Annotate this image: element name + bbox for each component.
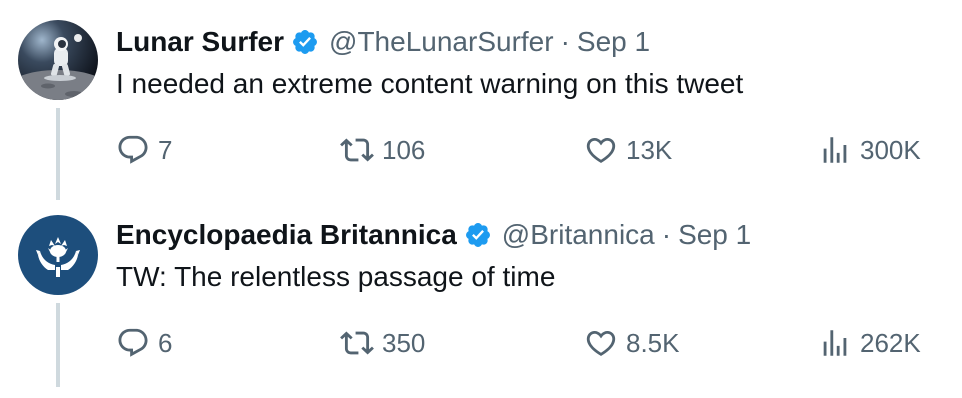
separator-dot: · <box>661 219 672 250</box>
tweet-header: Encyclopaedia Britannica @Britannica · S… <box>116 217 751 253</box>
retweet-icon <box>340 331 374 355</box>
avatar-lunar-surfer[interactable] <box>18 20 98 100</box>
reply-button[interactable]: 6 <box>116 326 172 360</box>
analytics-icon <box>823 137 847 163</box>
like-button[interactable]: 8.5K <box>584 326 680 360</box>
user-handle[interactable]: @Britannica <box>502 219 655 251</box>
astronaut-moon-avatar-icon <box>18 20 98 100</box>
views-button[interactable]: 262K <box>818 326 921 360</box>
thread-line <box>56 303 60 387</box>
tweet-2[interactable]: Encyclopaedia Britannica @Britannica · S… <box>0 200 962 398</box>
tweet-1[interactable]: Lunar Surfer @TheLunarSurfer · Sep 1 I n… <box>0 0 962 200</box>
retweet-icon <box>340 138 374 162</box>
like-count: 8.5K <box>626 328 680 358</box>
retweet-button[interactable]: 350 <box>340 326 425 360</box>
tweet-header: Lunar Surfer @TheLunarSurfer · Sep 1 <box>116 24 650 60</box>
retweet-button[interactable]: 106 <box>340 133 425 167</box>
retweet-count: 106 <box>382 135 426 165</box>
reply-button[interactable]: 7 <box>116 133 172 167</box>
tweet-text: TW: The relentless passage of time <box>116 261 556 292</box>
separator-dot: · <box>560 26 570 57</box>
tweet-text: I needed an extreme content warning on t… <box>116 68 744 99</box>
reply-icon <box>118 135 148 164</box>
reply-count: 7 <box>158 135 173 165</box>
tweet-date[interactable]: Sep 1 <box>577 26 650 58</box>
tweet-actions: 7 106 13K 300K <box>116 133 946 173</box>
views-count: 262K <box>860 328 921 358</box>
heart-icon <box>586 330 616 356</box>
like-count: 13K <box>626 135 673 165</box>
reply-count: 6 <box>158 328 173 358</box>
verified-badge-icon <box>293 30 317 54</box>
display-name[interactable]: Lunar Surfer <box>116 26 284 58</box>
display-name[interactable]: Encyclopaedia Britannica <box>116 219 457 251</box>
britannica-thistle-logo-icon <box>18 215 98 295</box>
tweet-actions: 6 350 8.5K 262K <box>116 326 946 366</box>
thread-line <box>56 108 60 200</box>
retweet-count: 350 <box>382 328 426 358</box>
user-handle[interactable]: @TheLunarSurfer <box>329 26 554 58</box>
avatar-britannica[interactable] <box>18 215 98 295</box>
verified-badge-icon <box>465 223 490 247</box>
views-button[interactable]: 300K <box>818 133 921 167</box>
heart-icon <box>586 137 616 163</box>
analytics-icon <box>823 330 847 356</box>
reply-icon <box>118 328 148 357</box>
tweet-date[interactable]: Sep 1 <box>678 219 751 251</box>
like-button[interactable]: 13K <box>584 133 672 167</box>
views-count: 300K <box>860 135 921 165</box>
